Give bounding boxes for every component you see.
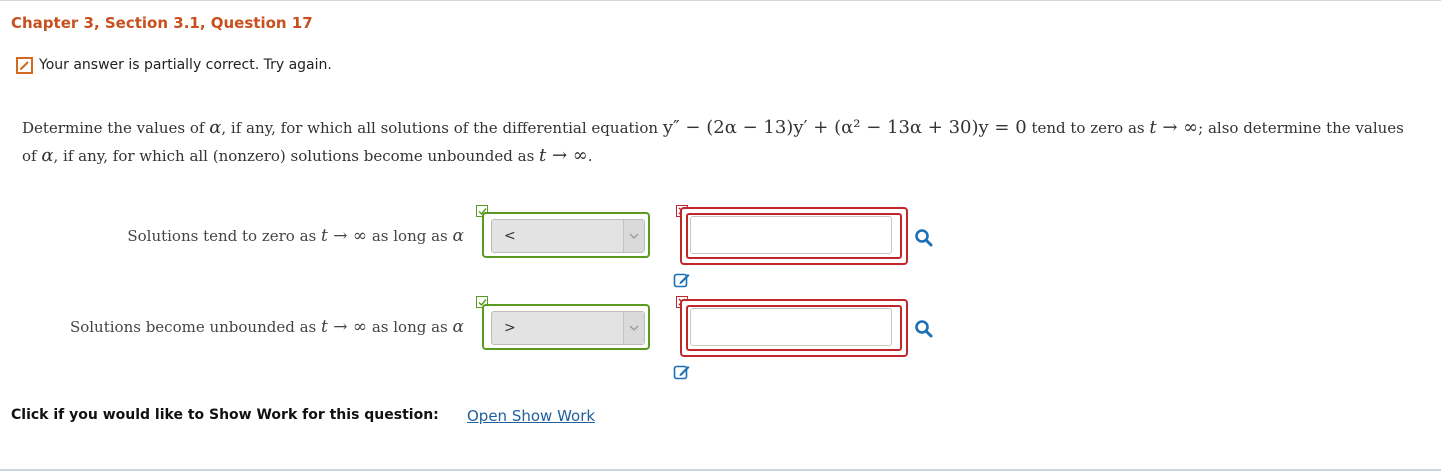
row-label-suffix: as long as — [367, 318, 453, 336]
limit-expression: t → ∞ — [539, 145, 588, 166]
answer-input-frame — [680, 299, 908, 357]
question-end: . — [587, 147, 593, 165]
row-label-suffix: as long as — [367, 227, 453, 245]
limit-expression: t → ∞ — [1149, 117, 1199, 138]
open-show-work-link[interactable]: Open Show Work — [467, 407, 595, 425]
chevron-down-icon[interactable] — [623, 312, 644, 344]
answer-input[interactable] — [690, 308, 892, 346]
question-intro: Determine the values of — [22, 119, 210, 137]
row-label-unbounded: Solutions become unbounded as t → ∞ as l… — [70, 317, 464, 337]
status-message-row: Your answer is partially correct. Try ag… — [16, 55, 332, 75]
bottom-divider — [0, 469, 1441, 471]
inequality-select[interactable]: < — [491, 219, 645, 253]
row-label-limit: t → ∞ — [321, 317, 368, 337]
status-text: Your answer is partially correct. Try ag… — [39, 57, 332, 73]
inequality-select[interactable]: > — [491, 311, 645, 345]
row-label-limit: t → ∞ — [321, 226, 368, 246]
row-label-prefix: Solutions become unbounded as — [69, 318, 322, 336]
pencil-icon — [16, 56, 33, 74]
alpha-symbol: α — [209, 117, 222, 138]
question-part-5: , if any, for which all (nonzero) soluti… — [53, 147, 540, 165]
differential-equation: y″ − (2α − 13)y′ + (α² − 13α + 30)y = 0 — [662, 117, 1027, 138]
question-text: Determine the values of α, if any, for w… — [22, 114, 1422, 170]
question-part-3: tend to zero as — [1026, 119, 1150, 137]
row-label-prefix: Solutions tend to zero as — [127, 227, 322, 245]
answer-input-frame — [680, 207, 908, 265]
inequality-select-frame: > — [482, 304, 650, 350]
chevron-down-icon[interactable] — [623, 220, 644, 252]
magnifier-search-icon[interactable] — [914, 228, 934, 248]
select-value: < — [504, 228, 516, 244]
answer-input[interactable] — [690, 216, 892, 254]
question-part-2: , if any, for which all solutions of the… — [221, 119, 663, 137]
select-value: > — [504, 320, 516, 336]
row-label-variable: α — [452, 226, 464, 246]
edit-note-icon[interactable] — [673, 363, 691, 381]
magnifier-search-icon[interactable] — [914, 319, 934, 339]
alpha-symbol: α — [41, 145, 54, 166]
row-label-variable: α — [452, 317, 464, 337]
row-label-tend-to-zero: Solutions tend to zero as t → ∞ as long … — [127, 226, 464, 246]
top-divider — [0, 0, 1441, 1]
show-work-label: Click if you would like to Show Work for… — [11, 407, 439, 423]
page-title: Chapter 3, Section 3.1, Question 17 — [11, 14, 313, 32]
inequality-select-frame: < — [482, 212, 650, 258]
edit-note-icon[interactable] — [673, 271, 691, 289]
